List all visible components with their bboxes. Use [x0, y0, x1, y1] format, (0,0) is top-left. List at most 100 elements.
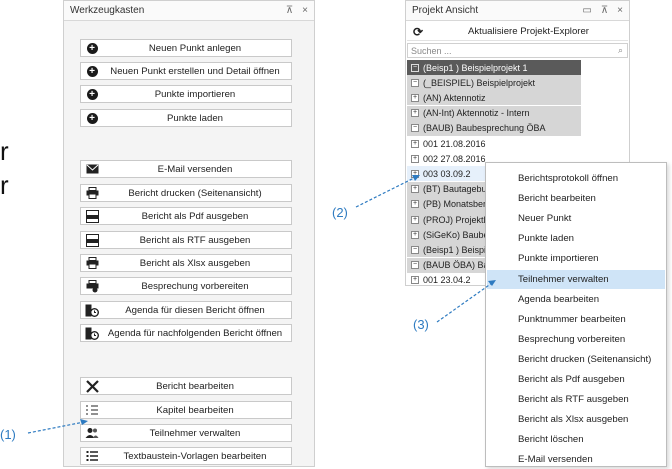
toolbox-button-label: Bericht als Xlsx ausgeben — [139, 257, 251, 269]
tree-row-label: (SiGeKo) Baube — [423, 229, 489, 240]
context-menu-item[interactable]: Bericht löschen — [487, 430, 665, 449]
plus-circle-icon: + — [81, 63, 103, 79]
tree-row[interactable]: + (AN) Aktennotiz — [407, 90, 581, 106]
toolbox-button[interactable]: Bericht als RTF ausgeben — [80, 231, 292, 249]
tree-row-label: (Beisp1 ) Beispielprojekt 1 — [423, 62, 528, 73]
expand-icon[interactable]: + — [411, 154, 419, 163]
tree-row-label: 003 03.09.2 — [423, 168, 471, 179]
background-letter: r — [0, 170, 9, 200]
context-menu-item[interactable]: Punktnummer bearbeiten — [487, 310, 665, 329]
expand-icon[interactable]: + — [411, 215, 419, 224]
refresh-label: Aktualisiere Projekt-Explorer — [467, 26, 590, 37]
search-input[interactable]: Suchen ... ⌕ — [407, 43, 628, 58]
toolbox-button[interactable]: Besprechung vorbereiten — [80, 277, 292, 295]
toolbox-button[interactable]: + Neuen Punkt anlegen — [80, 39, 292, 57]
refresh-icon: ⟳ — [412, 24, 424, 39]
tree-row[interactable]: − (_BEISPIEL) Beispielprojekt — [407, 75, 581, 91]
toolbox-button[interactable]: Kapitel bearbeiten — [80, 401, 292, 419]
expand-icon[interactable]: + — [411, 200, 419, 209]
background-letter: r — [0, 136, 9, 166]
toolbox-button[interactable]: Bericht als Xlsx ausgeben — [80, 254, 292, 272]
toolbox-button[interactable]: Bericht drucken (Seitenansicht) — [80, 184, 292, 202]
context-menu-item[interactable]: Besprechung vorbereiten — [487, 330, 665, 349]
toolbox-button-label: Textbaustein-Vorlagen bearbeiten — [123, 450, 267, 462]
tree-row-label: 001 23.04.2 — [423, 275, 471, 286]
toolbox-button[interactable]: + Neuen Punkt erstellen und Detail öffnen — [80, 62, 292, 80]
context-menu-item[interactable]: Bericht als RTF ausgeben — [487, 390, 665, 409]
maximize-icon[interactable]: ▭ — [582, 5, 591, 16]
toolbox-button[interactable]: Textbaustein-Vorlagen bearbeiten — [80, 447, 292, 465]
plus-circle-icon: + — [81, 40, 103, 56]
pin-icon[interactable]: ⊼ — [601, 5, 608, 16]
context-menu-item[interactable]: Berichtsprotokoll öffnen — [487, 169, 665, 188]
context-menu-item[interactable]: Punkte laden — [487, 229, 665, 248]
tree-row-label: 001 21.08.2016 — [423, 138, 486, 149]
tree-row[interactable]: +001 21.08.2016 — [407, 136, 581, 151]
collapse-icon[interactable]: − — [411, 124, 419, 133]
toolbox-button[interactable]: Bericht als Pdf ausgeben — [80, 207, 292, 225]
toolbox-button-label: Agenda für diesen Bericht öffnen — [125, 304, 265, 316]
tree-row-label: (_BEISPIEL) Beispielprojekt — [423, 77, 536, 88]
tree-row-label: (BAUB) Baubesprechung ÖBA — [423, 123, 546, 134]
printer-gear-icon — [81, 278, 103, 294]
tree-row-label: (PB) Monatsber — [423, 199, 487, 210]
refresh-button[interactable]: ⟳ Aktualisiere Projekt-Explorer — [407, 23, 628, 41]
toolbox-button-label: Bericht bearbeiten — [156, 380, 234, 392]
callout-1: (1) — [0, 427, 16, 442]
toolbox-button[interactable]: Agenda für nachfolgenden Bericht öffnen — [80, 324, 292, 342]
close-icon[interactable]: × — [302, 5, 308, 16]
toolbox-button[interactable]: E-Mail versenden — [80, 160, 292, 178]
printer-icon — [81, 185, 103, 201]
context-menu-item[interactable]: Bericht als Xlsx ausgeben — [487, 410, 665, 429]
toolbox-button-label: Punkte laden — [166, 112, 223, 124]
tree-row[interactable]: + (AN-Int) Aktennotiz - Intern — [407, 105, 581, 121]
toolbox-panel: Werkzeugkasten ⊼ × + Neuen Punkt anlegen +… — [63, 0, 315, 467]
context-menu-item[interactable]: Punkte importieren — [487, 249, 665, 268]
tree-row[interactable]: − (BAUB) Baubesprechung ÖBA — [407, 120, 581, 136]
tree-row-label: (BAUB ÖBA) Ba — [423, 260, 489, 271]
context-menu: Berichtsprotokoll öffnen Bericht bearbeit… — [485, 162, 667, 467]
toolbox-button-label: E-Mail versenden — [157, 163, 233, 175]
close-icon[interactable]: × — [617, 5, 623, 16]
collapse-icon[interactable]: − — [411, 261, 419, 270]
tree-row-label: (AN-Int) Aktennotiz - Intern — [423, 108, 530, 119]
project-title: Projekt Ansicht — [412, 5, 479, 16]
toolbox-button[interactable]: + Punkte importieren — [80, 85, 292, 103]
context-menu-item[interactable]: Teilnehmer verwalten — [487, 269, 665, 289]
expand-icon[interactable]: + — [411, 276, 419, 285]
toolbox-button[interactable]: Teilnehmer verwalten — [80, 424, 292, 442]
toolbox-button-label: Punkte importieren — [154, 88, 236, 100]
toolbox-button-label: Besprechung vorbereiten — [141, 280, 249, 292]
context-menu-item[interactable]: Bericht bearbeiten — [487, 189, 665, 208]
toolbox-button-label: Neuen Punkt anlegen — [148, 42, 242, 54]
context-menu-item[interactable]: Neuer Punkt — [487, 209, 665, 228]
callout-3-arrow — [436, 282, 493, 323]
pin-icon[interactable]: ⊼ — [286, 5, 293, 16]
context-menu-item[interactable]: Agenda bearbeiten — [487, 290, 665, 309]
printer-icon — [81, 255, 103, 271]
toolbox-button-label: Kapitel bearbeiten — [156, 404, 234, 416]
people-icon — [81, 425, 103, 441]
plus-circle-icon: + — [81, 110, 103, 126]
expand-icon[interactable]: + — [411, 230, 419, 239]
tree-row-label: 002 27.08.2016 — [423, 153, 486, 164]
toolbox-button[interactable]: + Punkte laden — [80, 109, 292, 127]
expand-icon[interactable]: + — [411, 139, 419, 148]
tree-row[interactable]: − (Beisp1 ) Beispielprojekt 1 — [407, 60, 581, 75]
expand-icon[interactable]: + — [411, 109, 419, 118]
context-menu-item[interactable]: Bericht drucken (Seitenansicht) — [487, 350, 665, 369]
rtf-icon — [81, 232, 103, 248]
expand-icon[interactable]: + — [411, 169, 419, 178]
toolbox-button[interactable]: Agenda für diesen Bericht öffnen — [80, 301, 292, 319]
toolbox-button-label: Bericht als RTF ausgeben — [139, 234, 251, 246]
collapse-icon[interactable]: − — [411, 78, 419, 87]
toolbox-button[interactable]: Bericht bearbeiten — [80, 377, 292, 395]
toolbox-button-label: Bericht als Pdf ausgeben — [141, 210, 249, 222]
expand-icon[interactable]: + — [411, 185, 419, 194]
expand-icon[interactable]: + — [411, 93, 419, 102]
context-menu-item[interactable]: Bericht als Pdf ausgeben — [487, 370, 665, 389]
collapse-icon[interactable]: − — [411, 245, 419, 254]
collapse-icon[interactable]: − — [411, 63, 419, 72]
context-menu-item[interactable]: E-Mail versenden — [487, 450, 665, 469]
plus-circle-icon: + — [81, 86, 103, 102]
